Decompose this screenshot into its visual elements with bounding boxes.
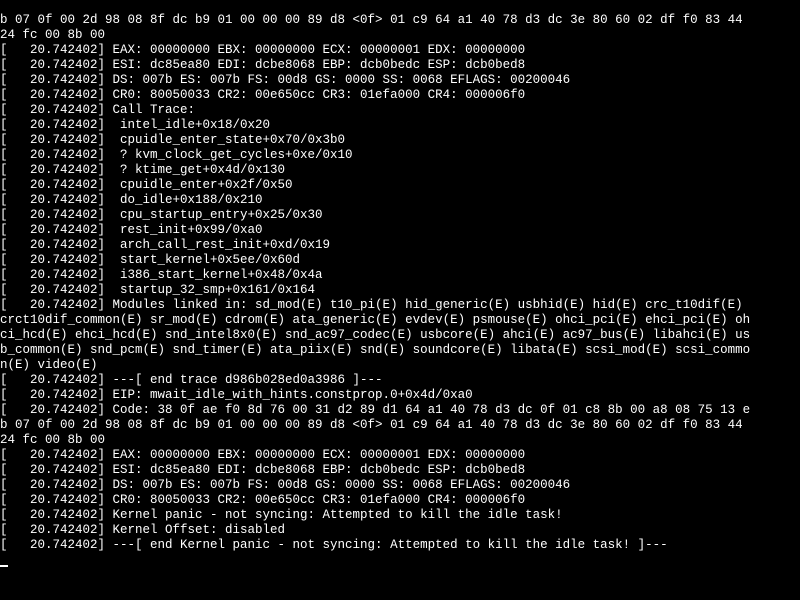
- console-line: 24 fc 00 8b 00: [0, 433, 800, 448]
- console-line: ci_hcd(E) ehci_hcd(E) snd_intel8x0(E) sn…: [0, 328, 800, 343]
- console-line: [ 20.742402] Modules linked in: sd_mod(E…: [0, 298, 800, 313]
- console-line: b_common(E) snd_pcm(E) snd_timer(E) ata_…: [0, 343, 800, 358]
- console-line: [ 20.742402] ? ktime_get+0x4d/0x130: [0, 163, 800, 178]
- console-line: [ 20.742402] cpu_startup_entry+0x25/0x30: [0, 208, 800, 223]
- console-line: [ 20.742402] startup_32_smp+0x161/0x164: [0, 283, 800, 298]
- console-line: [ 20.742402] start_kernel+0x5ee/0x60d: [0, 253, 800, 268]
- console-line: [ 20.742402] Kernel Offset: disabled: [0, 523, 800, 538]
- console-line: [ 20.742402] ? kvm_clock_get_cycles+0xe/…: [0, 148, 800, 163]
- console-line: [ 20.742402] Call Trace:: [0, 103, 800, 118]
- console-line: [ 20.742402] DS: 007b ES: 007b FS: 00d8 …: [0, 478, 800, 493]
- console-line: [ 20.742402] ESI: dc85ea80 EDI: dcbe8068…: [0, 58, 800, 73]
- console-line: [ 20.742402] CR0: 80050033 CR2: 00e650cc…: [0, 493, 800, 508]
- console-line: b 07 0f 00 2d 98 08 8f dc b9 01 00 00 00…: [0, 418, 800, 433]
- console-line: [ 20.742402] CR0: 80050033 CR2: 00e650cc…: [0, 88, 800, 103]
- cursor-line: [0, 553, 800, 568]
- console-line: b 07 0f 00 2d 98 08 8f dc b9 01 00 00 00…: [0, 13, 800, 28]
- console-line: crct10dif_common(E) sr_mod(E) cdrom(E) a…: [0, 313, 800, 328]
- console-line: [ 20.742402] cpuidle_enter_state+0x70/0x…: [0, 133, 800, 148]
- text-cursor: [0, 565, 8, 567]
- console-line: [ 20.742402] arch_call_rest_init+0xd/0x1…: [0, 238, 800, 253]
- console-line: [ 20.742402] EAX: 00000000 EBX: 00000000…: [0, 448, 800, 463]
- console-line: [ 20.742402] ---[ end trace d986b028ed0a…: [0, 373, 800, 388]
- kernel-console: b 07 0f 00 2d 98 08 8f dc b9 01 00 00 00…: [0, 13, 800, 568]
- console-line: [ 20.742402] rest_init+0x99/0xa0: [0, 223, 800, 238]
- console-line: [ 20.742402] EAX: 00000000 EBX: 00000000…: [0, 43, 800, 58]
- console-line: [ 20.742402] ESI: dc85ea80 EDI: dcbe8068…: [0, 463, 800, 478]
- console-line: [ 20.742402] ---[ end Kernel panic - not…: [0, 538, 800, 553]
- console-line: [ 20.742402] i386_start_kernel+0x48/0x4a: [0, 268, 800, 283]
- console-line: [ 20.742402] Code: 38 0f ae f0 8d 76 00 …: [0, 403, 800, 418]
- console-line: 24 fc 00 8b 00: [0, 28, 800, 43]
- console-line: [ 20.742402] cpuidle_enter+0x2f/0x50: [0, 178, 800, 193]
- console-line: n(E) video(E): [0, 358, 800, 373]
- console-line: [ 20.742402] Kernel panic - not syncing:…: [0, 508, 800, 523]
- console-line: [ 20.742402] intel_idle+0x18/0x20: [0, 118, 800, 133]
- console-line: [ 20.742402] do_idle+0x188/0x210: [0, 193, 800, 208]
- console-line: [ 20.742402] DS: 007b ES: 007b FS: 00d8 …: [0, 73, 800, 88]
- console-line: [ 20.742402] EIP: mwait_idle_with_hints.…: [0, 388, 800, 403]
